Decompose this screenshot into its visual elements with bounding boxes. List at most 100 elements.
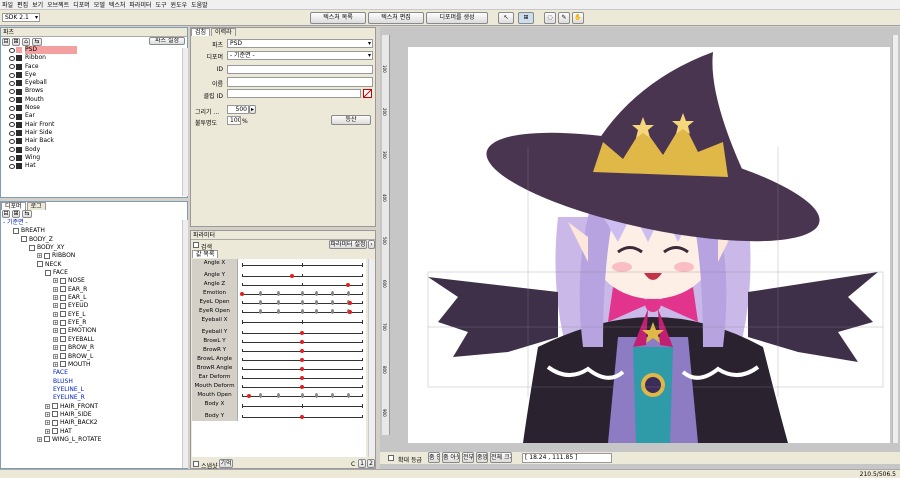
texture-list-button[interactable]: 텍스처 목록 bbox=[310, 12, 366, 24]
deformer-tree-item[interactable]: + NOSE bbox=[1, 277, 187, 285]
deformer-tree-item[interactable]: BODY_XY bbox=[1, 244, 187, 252]
parameter-slider[interactable] bbox=[238, 337, 366, 346]
deformer-tree-item[interactable]: EYELINE_L bbox=[1, 386, 187, 394]
page-1-button[interactable]: 1 bbox=[358, 459, 366, 468]
lasso-tool-icon[interactable]: ◌ bbox=[544, 12, 556, 24]
parameter-setting-button[interactable]: 파라미터 설정 bbox=[329, 240, 367, 249]
menu-item[interactable]: 윈도우 bbox=[171, 0, 188, 9]
parameter-row[interactable]: BrowL Angle bbox=[192, 355, 366, 364]
parts-list-item[interactable]: Brows bbox=[1, 87, 187, 95]
parameter-row[interactable]: BrowR Y bbox=[192, 346, 366, 355]
parameter-slider[interactable] bbox=[238, 271, 366, 280]
clear-clip-icon[interactable] bbox=[363, 89, 372, 98]
eye-icon[interactable] bbox=[9, 155, 15, 161]
deformer-tree-item[interactable]: + EAR_R bbox=[1, 286, 187, 294]
expand-toggle-icon[interactable]: + bbox=[45, 411, 50, 417]
menu-item[interactable]: 도구 bbox=[156, 0, 167, 9]
parts-list-item[interactable]: Eye bbox=[1, 71, 187, 79]
expand-toggle-icon[interactable]: + bbox=[45, 428, 50, 434]
full-size-button[interactable]: 전체 크기 bbox=[490, 452, 512, 463]
menu-item[interactable]: 오브젝트 bbox=[47, 0, 69, 9]
parameter-row[interactable]: Angle X bbox=[192, 259, 366, 271]
parameter-row[interactable]: BrowL Y bbox=[192, 337, 366, 346]
menu-item[interactable]: 파일 bbox=[2, 0, 13, 9]
expand-toggle-icon[interactable]: + bbox=[53, 361, 58, 367]
link-icon[interactable]: ⇆ bbox=[32, 37, 42, 46]
parts-setting-button[interactable]: 파츠 설정 bbox=[149, 37, 185, 45]
slider-value-dot[interactable] bbox=[247, 393, 252, 398]
deformer-tree-item[interactable]: + EYE_L bbox=[1, 311, 187, 319]
slider-value-dot[interactable] bbox=[290, 273, 295, 278]
brush-tool-icon[interactable]: ✎ bbox=[558, 12, 570, 24]
parameter-row[interactable]: Mouth Deform bbox=[192, 382, 366, 391]
parameter-slider[interactable] bbox=[238, 259, 366, 271]
name-input[interactable] bbox=[227, 77, 373, 87]
parameter-slider[interactable] bbox=[238, 289, 366, 298]
expand-toggle-icon[interactable]: + bbox=[37, 436, 42, 442]
parameter-slider[interactable] bbox=[238, 346, 366, 355]
parameter-slider[interactable] bbox=[238, 400, 366, 412]
eye-icon[interactable] bbox=[9, 80, 15, 86]
parts-list-item[interactable]: PSD bbox=[1, 46, 187, 55]
deformer-select[interactable]: - 기준면 - ▾ bbox=[227, 51, 373, 60]
parameter-row[interactable]: BrowR Angle bbox=[192, 364, 366, 373]
chevron-right-icon[interactable]: › bbox=[368, 240, 375, 249]
slider-value-dot[interactable] bbox=[300, 339, 304, 344]
parts-list-item[interactable]: Ribbon bbox=[1, 54, 187, 62]
menu-item[interactable]: 디포머 bbox=[73, 0, 90, 9]
tab-inspector-1[interactable]: 이력라 bbox=[211, 28, 236, 36]
parameter-slider[interactable] bbox=[238, 328, 366, 337]
snapshot-checkbox[interactable] bbox=[193, 461, 199, 467]
parameter-row[interactable]: Angle Z bbox=[192, 280, 366, 289]
parameter-slider[interactable] bbox=[238, 412, 366, 421]
parts-list-item[interactable]: Eyeball bbox=[1, 79, 187, 87]
expand-toggle-icon[interactable]: + bbox=[53, 295, 58, 301]
parameter-slider[interactable] bbox=[238, 280, 366, 289]
expand-toggle-icon[interactable]: + bbox=[53, 345, 58, 351]
slider-value-dot[interactable] bbox=[300, 384, 304, 389]
collapse-icon[interactable]: ⊟ bbox=[2, 37, 10, 46]
zoom-level-checkbox[interactable] bbox=[388, 455, 394, 461]
eye-icon[interactable] bbox=[9, 138, 15, 144]
slider-value-dot[interactable] bbox=[300, 375, 304, 380]
eye-icon[interactable] bbox=[9, 163, 15, 169]
parameter-row[interactable]: Mouth Open bbox=[192, 391, 366, 400]
parts-list-item[interactable]: Hair Back bbox=[1, 137, 187, 145]
menu-item[interactable]: 모델 bbox=[94, 0, 105, 9]
eye-icon[interactable] bbox=[9, 130, 15, 136]
parts-scrollbar[interactable] bbox=[182, 48, 188, 196]
eye-icon[interactable] bbox=[9, 64, 15, 70]
parameter-slider[interactable] bbox=[238, 373, 366, 382]
menu-item[interactable]: 보기 bbox=[32, 0, 43, 9]
parameter-scrollbar[interactable] bbox=[368, 259, 375, 457]
slider-value-dot[interactable] bbox=[300, 348, 304, 353]
parameter-row[interactable]: Eyeball X bbox=[192, 316, 366, 328]
search-checkbox[interactable] bbox=[193, 242, 199, 248]
deformer-tree-item[interactable]: NECK bbox=[1, 261, 187, 269]
center-button[interactable]: 중앙 bbox=[476, 452, 488, 463]
parameter-slider[interactable] bbox=[238, 382, 366, 391]
slider-value-dot[interactable] bbox=[300, 366, 304, 371]
deformer-tree-item[interactable]: EYELINE_R bbox=[1, 394, 187, 402]
deformer-tree-item[interactable]: + BROW_R bbox=[1, 344, 187, 352]
draw-order-input[interactable]: 500 bbox=[227, 105, 249, 114]
apply-button[interactable]: 등산 bbox=[331, 115, 371, 125]
deformer-tree-item[interactable]: + EYEBALL bbox=[1, 336, 187, 344]
menu-item[interactable]: 도움말 bbox=[191, 0, 208, 9]
parameter-row[interactable]: EyeL Open bbox=[192, 298, 366, 307]
part-select[interactable]: PSD ▾ bbox=[227, 39, 373, 48]
slider-value-dot[interactable] bbox=[348, 309, 352, 314]
deformer-root[interactable]: - 기준면 - bbox=[1, 219, 187, 227]
eye-icon[interactable] bbox=[9, 47, 15, 53]
page-2-button[interactable]: 2 bbox=[367, 459, 375, 468]
expand-toggle-icon[interactable]: + bbox=[53, 320, 58, 326]
expand-toggle-icon[interactable]: + bbox=[53, 278, 58, 284]
slider-value-dot[interactable] bbox=[240, 291, 244, 296]
eye-icon[interactable] bbox=[9, 55, 15, 61]
parameter-slider[interactable] bbox=[238, 316, 366, 328]
puppet-tool-icon[interactable]: ✋ bbox=[572, 12, 584, 24]
grid-tool-icon[interactable]: ⊞ bbox=[518, 12, 534, 24]
canvas-vertical-scrollbar[interactable] bbox=[892, 35, 898, 443]
create-deformer-button[interactable]: 디포머를 생성 bbox=[426, 12, 488, 24]
parts-list-item[interactable]: Hair Front bbox=[1, 121, 187, 129]
